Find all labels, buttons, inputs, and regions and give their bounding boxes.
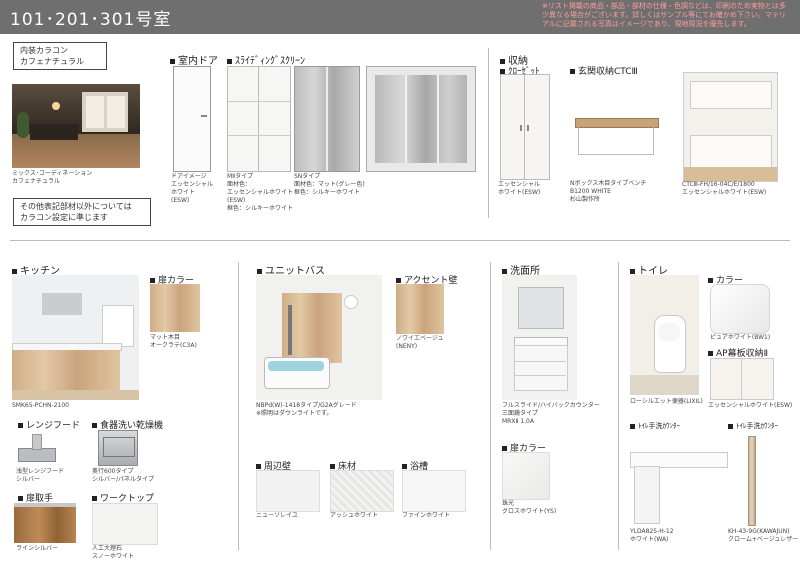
section-divider xyxy=(10,240,790,241)
bench-leg xyxy=(578,127,579,155)
toilet-color-caption: ピュアホワイト(BW1) xyxy=(710,334,771,341)
screen-sn-caption: SNタイプ 面材色：マット(グレー色) 框色：シルキーホワイト xyxy=(294,173,365,196)
toilet-sink1-heading: ﾄｲﾚ手洗ｶｳﾝﾀｰ xyxy=(630,421,680,431)
screen-heading: ｽﾗｲﾃﾞｨﾝｸﾞｽｸﾘｰﾝ xyxy=(227,52,305,67)
divider xyxy=(238,262,239,550)
dishwasher-caption: 奥行600タイプ シルバー/パネルタイプ xyxy=(92,468,155,483)
accent-wall-swatch xyxy=(396,284,444,334)
bath-caption: NBPd(W)-1418タイプ/G2Aグレード ※照明はダウンライトです。 xyxy=(256,402,357,417)
bullet-square-icon xyxy=(18,496,23,501)
bullet-square-icon xyxy=(708,351,713,356)
floor-caption: アッシュホワイト xyxy=(330,512,379,519)
kitchen-door-caption: マット木目 オークラテ(C3A) xyxy=(150,334,197,349)
divider xyxy=(618,262,619,550)
kitchen-photo xyxy=(12,275,139,400)
room-caption: ミックス･コーディネーション カフェナチュラル xyxy=(12,170,93,185)
screen-m2-image xyxy=(227,66,291,172)
room-photo xyxy=(12,84,140,168)
bench-leg xyxy=(653,127,654,155)
bullet-square-icon xyxy=(12,268,17,274)
bullet-square-icon xyxy=(728,423,733,429)
wall-caption: ニューソレイユ xyxy=(256,512,298,519)
disclaimer-note: ※リスト掲載の商品・部品・部材の仕様・色調などは、印刷のため実物とは多少異なる場… xyxy=(542,2,786,28)
bench-image xyxy=(575,118,659,128)
dishwasher-image xyxy=(98,430,138,466)
bench-base xyxy=(578,154,654,155)
bench-caption: Nボックス木目タイプベンチ B1200 WHITE 杉山製作所 xyxy=(570,180,647,203)
bullet-square-icon xyxy=(630,268,635,274)
tub-caption: ファインホワイト xyxy=(402,512,451,519)
toilet-sink2-heading: ﾄｲﾚ手洗ｶｳﾝﾀｰ xyxy=(728,421,778,431)
bullet-square-icon xyxy=(257,268,262,274)
range-hood-heading: レンジフード xyxy=(18,418,80,431)
door-heading: 室内ドア xyxy=(170,52,218,67)
bullet-square-icon xyxy=(92,423,97,428)
screen-m2-caption: MⅡタイプ 面材色： エッセンシャルホワイト (ESW) 框色：シルキーホワイト xyxy=(227,173,294,212)
kitchen-door-swatch xyxy=(150,284,200,332)
range-hood-caption: 浅型レンジフード シルバー xyxy=(16,468,65,483)
bullet-square-icon xyxy=(708,278,713,283)
bullet-square-icon xyxy=(500,58,505,64)
bullet-square-icon xyxy=(256,464,261,469)
toilet-sink2-caption: KH-43-9G(KAWAJUN) クローム+ベージュレザー xyxy=(728,528,799,543)
bullet-square-icon xyxy=(170,58,175,64)
toilet-sink2-grab-bar xyxy=(748,436,756,526)
ctc-caption: CTCⅢ-FH/16-04C/E/1800 エッセンシャルホワイト(ESW) xyxy=(682,181,767,196)
bullet-square-icon xyxy=(150,278,155,283)
bullet-square-icon xyxy=(502,268,507,274)
washroom-photo xyxy=(502,275,577,400)
worktop-swatch xyxy=(92,503,158,545)
bullet-square-icon xyxy=(227,58,232,64)
handle-caption: ラインシルバー xyxy=(16,545,59,552)
washroom-door-swatch xyxy=(502,452,550,500)
ap-storage-caption: エッセンシャルホワイト(ESW) xyxy=(708,402,793,409)
toilet-photo xyxy=(630,275,699,395)
floor-swatch xyxy=(330,470,394,512)
bullet-square-icon xyxy=(502,446,507,451)
interior-note: その他表記部材以外については カラコン設定に準じます xyxy=(13,198,151,226)
bullet-square-icon xyxy=(396,278,401,283)
toilet-sink1-cabinet xyxy=(634,466,660,524)
interior-heading: 内装カラコン カフェナチュラル xyxy=(13,42,107,70)
closet-caption: エッセンシャル ホワイト(ESW) xyxy=(498,181,541,196)
page-title: 101･201･301号室 xyxy=(10,10,172,30)
screen-room-image xyxy=(366,66,476,172)
bullet-square-icon xyxy=(570,69,575,74)
bullet-square-icon xyxy=(92,496,97,501)
washroom-door-caption: 珠光 グロスホワイト(YS) xyxy=(502,500,557,515)
divider xyxy=(490,262,491,550)
kitchen-caption: SMK65-PCHN-2100 xyxy=(12,402,69,409)
door-caption: ドアイメージ エッセンシャル ホワイト (ESW) xyxy=(171,173,214,204)
range-hood-image xyxy=(18,434,56,464)
bullet-square-icon xyxy=(630,423,635,429)
bullet-square-icon xyxy=(402,464,407,469)
divider xyxy=(488,48,489,218)
ctc-storage-image xyxy=(683,72,778,182)
door-image xyxy=(173,66,211,172)
screen-sn-image xyxy=(294,66,360,172)
closet-image xyxy=(500,74,550,180)
wall-swatch xyxy=(256,470,320,512)
tub-swatch xyxy=(402,470,466,512)
accent-wall-caption: ノワイエベージュ (NENY) xyxy=(396,335,444,350)
entrance-heading: 玄関収納CTCⅢ xyxy=(570,64,638,77)
toilet-caption: ローシルエット便器(LIXIL) xyxy=(630,398,703,405)
bath-photo xyxy=(256,275,382,400)
handle-swatch xyxy=(14,503,76,543)
bullet-square-icon xyxy=(330,464,335,469)
worktop-caption: 人工大理石 スノーホワイト xyxy=(92,545,135,560)
toilet-color-swatch xyxy=(710,284,770,334)
washroom-caption: フルスライド/ハイバックカウンター 三面鏡タイプ MRXⅡ 1.0A xyxy=(502,402,600,425)
bullet-square-icon xyxy=(18,423,23,428)
ap-storage-image xyxy=(710,358,774,400)
toilet-sink1-caption: YLDA825-H-12 ホワイト(WA) xyxy=(630,528,674,543)
